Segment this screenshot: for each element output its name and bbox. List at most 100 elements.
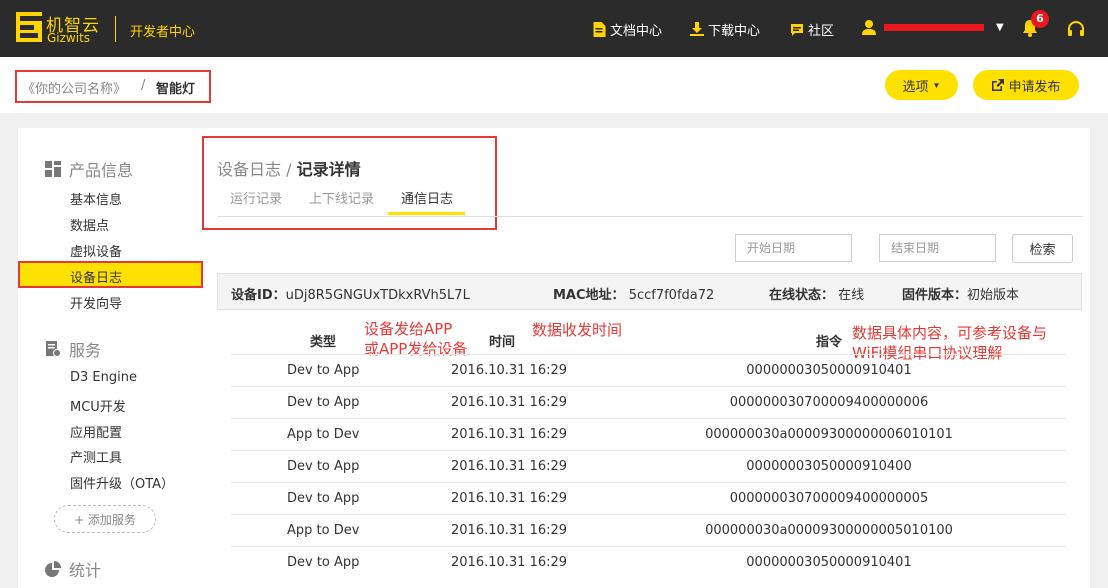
logo-mark-icon <box>16 12 42 42</box>
nav-docs-label: 文档中心 <box>610 24 663 39</box>
cell-type: Dev to App <box>287 395 360 410</box>
breadcrumb-company[interactable]: 《你的公司名称》 <box>22 78 126 97</box>
logo-subtext: Gizwits <box>47 31 91 45</box>
sidebar-item-app-config[interactable]: 应用配置 <box>70 422 122 441</box>
breadcrumb-product: 智能灯 <box>156 82 196 97</box>
column-header-type: 类型 <box>310 335 337 350</box>
mac-label: MAC地址： <box>553 288 625 303</box>
dev-center-title[interactable]: 开发者中心 <box>130 21 195 40</box>
gizwits-logo[interactable]: 机智云 Gizwits <box>16 11 100 45</box>
sidebar-group-label: 服务 <box>69 341 102 360</box>
add-service-button[interactable]: + 添加服务 <box>54 505 156 533</box>
status-label: 在线状态： <box>769 288 835 303</box>
table-row: Dev to App 2016.10.31 16:29 00000003050000… <box>231 546 1067 578</box>
tab-run-log[interactable]: 运行记录 <box>230 188 282 207</box>
device-id-value: uDj8R5GNGUxTDkxRVh5L7L <box>285 288 470 303</box>
start-date-input[interactable]: 开始日期 <box>735 234 852 262</box>
cell-command: 000000030a00009300000006010101 <box>705 427 953 442</box>
tab-online-log[interactable]: 上下线记录 <box>309 188 374 207</box>
notification-badge: 6 <box>1031 10 1049 28</box>
sidebar-item-datapoints[interactable]: 数据点 <box>70 215 109 234</box>
top-navbar: 机智云 Gizwits 开发者中心 文档中心 下载中心 社区 ▼ 6 <box>0 0 1108 57</box>
nav-download[interactable]: 下载中心 <box>690 20 760 39</box>
external-link-icon <box>992 78 1005 91</box>
sidebar-item-mcu-dev[interactable]: MCU开发 <box>70 396 126 415</box>
firmware-version: 固件版本：初始版本 <box>902 284 1019 303</box>
cell-command: 000000030a00009300000005010100 <box>705 523 953 538</box>
cell-type: Dev to App <box>287 363 360 378</box>
sidebar-item-basic-info[interactable]: 基本信息 <box>70 189 122 208</box>
nav-docs[interactable]: 文档中心 <box>592 20 662 39</box>
device-id-label: 设备ID： <box>231 288 286 303</box>
divider <box>115 16 116 42</box>
cell-type: App to Dev <box>287 427 360 442</box>
cell-type: App to Dev <box>287 523 360 538</box>
annotation-line: 设备发给APP <box>364 320 453 338</box>
user-menu[interactable]: ▼ <box>862 20 1004 35</box>
caret-down-icon: ▼ <box>932 80 941 90</box>
cell-time: 2016.10.31 16:29 <box>451 523 568 538</box>
page-title-main: 记录详情 <box>296 160 361 179</box>
cell-time: 2016.10.31 16:29 <box>451 395 568 410</box>
user-icon <box>862 20 876 35</box>
sidebar-item-production-test[interactable]: 产测工具 <box>70 447 122 466</box>
redacted-username <box>884 24 984 31</box>
annotation-time: 数据收发时间 <box>532 321 623 339</box>
active-tab-indicator <box>388 212 465 215</box>
options-button[interactable]: 选项 ▼ <box>885 70 958 100</box>
cell-time: 2016.10.31 16:29 <box>451 459 568 474</box>
nav-community-label: 社区 <box>808 24 835 39</box>
cell-type: Dev to App <box>287 555 360 570</box>
publish-button[interactable]: 申请发布 <box>973 70 1079 100</box>
cell-time: 2016.10.31 16:29 <box>451 363 568 378</box>
table-row: App to Dev 2016.10.31 16:29 000000030a0000… <box>231 418 1067 450</box>
table-row: Dev to App 2016.10.31 16:29 00000003070000… <box>231 386 1067 418</box>
sidebar-group-label: 产品信息 <box>69 161 134 180</box>
sidebar-item-device-log[interactable]: 设备日志 <box>70 267 122 286</box>
pie-chart-icon <box>45 561 61 577</box>
options-label: 选项 <box>902 78 929 94</box>
cell-command: 000000030700009400000005 <box>729 491 929 506</box>
cell-command: 000000030700009400000006 <box>729 395 929 410</box>
cell-time: 2016.10.31 16:29 <box>451 427 568 442</box>
breadcrumb-separator: / <box>141 78 146 93</box>
nav-community[interactable]: 社区 <box>790 20 834 39</box>
sidebar-group-product: 产品信息 <box>45 157 133 181</box>
search-button[interactable]: 检索 <box>1012 234 1073 263</box>
cell-command: 00000003050000910400 <box>746 459 912 474</box>
cell-type: Dev to App <box>287 491 360 506</box>
online-status: 在线状态： 在线 <box>769 284 864 303</box>
sidebar-item-dev-guide[interactable]: 开发向导 <box>70 293 122 312</box>
service-icon <box>46 341 61 357</box>
firmware-value: 初始版本 <box>967 288 1020 303</box>
cell-time: 2016.10.31 16:29 <box>451 491 568 506</box>
device-id: 设备ID：uDj8R5GNGUxTDkxRVh5L7L <box>231 284 470 303</box>
nav-download-label: 下载中心 <box>708 24 761 39</box>
headset-icon[interactable] <box>1067 20 1085 38</box>
page-title-prefix: 设备日志 / <box>217 160 297 179</box>
page-title: 设备日志 / 记录详情 <box>217 156 361 180</box>
sidebar-group-stats: 统计 <box>45 557 101 581</box>
table-row: Dev to App 2016.10.31 16:29 00000003050000… <box>231 354 1067 386</box>
mac-address: MAC地址： 5ccf7f0fda72 <box>553 284 714 303</box>
chat-icon <box>791 23 803 36</box>
grid-icon <box>45 161 61 177</box>
table-row: Dev to App 2016.10.31 16:29 00000003050000… <box>231 450 1067 482</box>
tab-divider <box>217 216 1083 217</box>
status-value: 在线 <box>838 288 865 303</box>
sidebar-item-virtual-device[interactable]: 虚拟设备 <box>70 241 122 260</box>
cell-type: Dev to App <box>287 459 360 474</box>
column-header-time: 时间 <box>489 335 516 350</box>
firmware-label: 固件版本： <box>902 288 968 303</box>
sidebar-item-ota[interactable]: 固件升级（OTA） <box>70 473 174 492</box>
annotation-type: 设备发给APP 或APP发给设备 <box>364 319 467 359</box>
download-icon <box>690 22 704 36</box>
tab-comm-log[interactable]: 通信日志 <box>401 188 453 207</box>
end-date-input[interactable]: 结束日期 <box>879 234 996 262</box>
column-header-command: 指令 <box>816 335 843 350</box>
sidebar-group-label: 统计 <box>69 561 102 580</box>
publish-label: 申请发布 <box>1008 78 1061 94</box>
sidebar-item-d3-engine[interactable]: D3 Engine <box>70 370 137 385</box>
annotation-line: 数据具体内容，可参考设备与 <box>852 324 1048 342</box>
chevron-down-icon: ▼ <box>996 22 1004 33</box>
